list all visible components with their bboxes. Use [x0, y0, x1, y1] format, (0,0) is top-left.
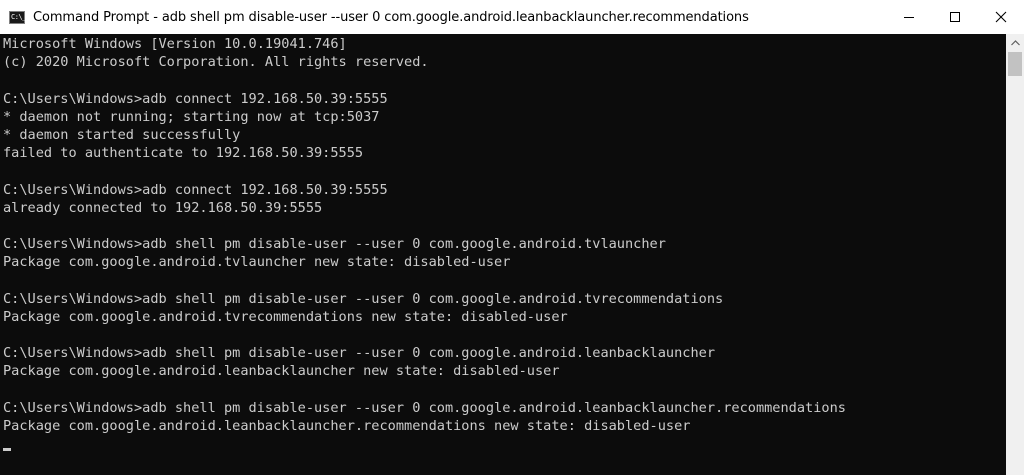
- console-line: Package com.google.android.tvlauncher ne…: [3, 254, 511, 271]
- console-line: (c) 2020 Microsoft Corporation. All righ…: [3, 54, 429, 71]
- vertical-scrollbar[interactable]: [1006, 34, 1024, 475]
- maximize-icon: [950, 12, 960, 22]
- console-line: C:\Users\Windows>adb shell pm disable-us…: [3, 345, 716, 362]
- console-line: C:\Users\Windows>adb connect 192.168.50.…: [3, 181, 388, 198]
- window-controls: [886, 0, 1024, 34]
- console-line: C:\Users\Windows>adb shell pm disable-us…: [3, 399, 846, 416]
- minimize-button[interactable]: [886, 0, 932, 34]
- scrollbar-track[interactable]: [1006, 76, 1024, 475]
- window-title: Command Prompt - adb shell pm disable-us…: [33, 9, 749, 25]
- close-button[interactable]: [978, 0, 1024, 34]
- app-icon-glyph: C:\_: [11, 12, 26, 21]
- chevron-up-icon: [1010, 39, 1020, 45]
- console-line: C:\Users\Windows>adb shell pm disable-us…: [3, 290, 724, 307]
- console-output[interactable]: Microsoft Windows [Version 10.0.19041.74…: [0, 34, 1006, 475]
- maximize-button[interactable]: [932, 0, 978, 34]
- scrollbar-thumb[interactable]: [1008, 52, 1022, 76]
- scroll-up-button[interactable]: [1006, 34, 1024, 51]
- console-line: * daemon started successfully: [3, 126, 241, 143]
- console-line: Package com.google.android.tvrecommendat…: [3, 308, 568, 325]
- console-line: failed to authenticate to 192.168.50.39:…: [3, 145, 364, 162]
- console-line: C:\Users\Windows>adb connect 192.168.50.…: [3, 90, 388, 107]
- command-prompt-icon[interactable]: C:\_: [9, 10, 26, 24]
- command-prompt-window: C:\_ Command Prompt - adb shell pm disab…: [0, 0, 1024, 475]
- console-line: Package com.google.android.leanbacklaunc…: [3, 363, 560, 380]
- console-line: * daemon not running; starting now at tc…: [3, 108, 380, 125]
- console-line: Package com.google.android.leanbacklaunc…: [3, 417, 691, 434]
- console-line: Microsoft Windows [Version 10.0.19041.74…: [3, 36, 347, 52]
- text-cursor: [3, 448, 11, 451]
- title-bar[interactable]: C:\_ Command Prompt - adb shell pm disab…: [0, 0, 1024, 34]
- console-line: C:\Users\Windows>adb shell pm disable-us…: [3, 236, 666, 253]
- close-icon: [995, 11, 1007, 23]
- console-lines: Microsoft Windows [Version 10.0.19041.74…: [3, 35, 846, 435]
- minimize-icon: [904, 17, 914, 18]
- console-line: already connected to 192.168.50.39:5555: [3, 199, 323, 216]
